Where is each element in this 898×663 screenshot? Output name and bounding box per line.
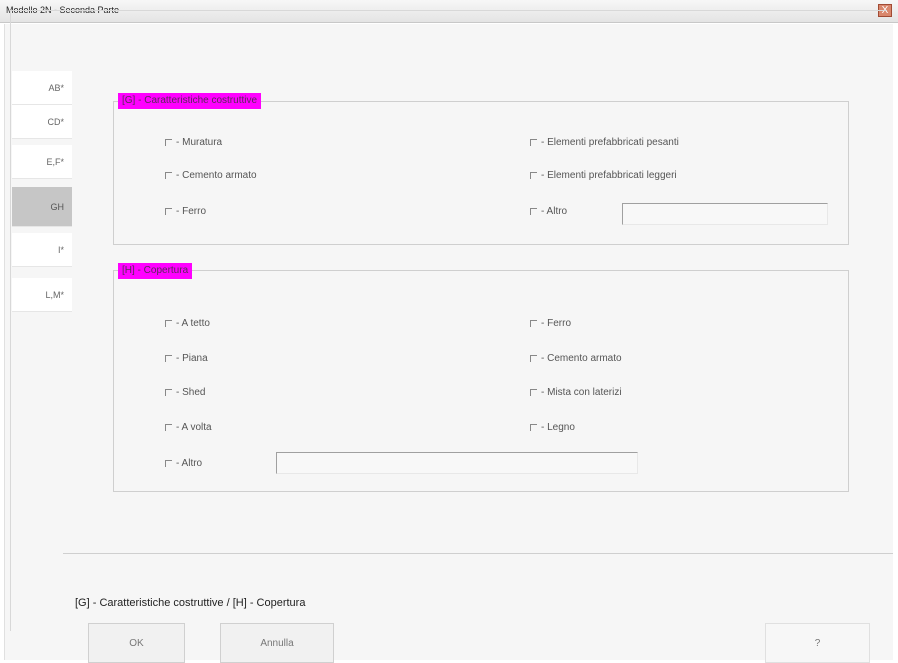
checkbox-label: - Piana (176, 353, 208, 364)
checkbox-icon (530, 139, 537, 146)
checkbox-a-tetto[interactable]: - A tetto (165, 318, 210, 329)
checkbox-shed[interactable]: - Shed (165, 387, 205, 398)
checkbox-label: - Elementi prefabbricati leggeri (541, 170, 677, 181)
help-button[interactable]: ? (765, 623, 870, 663)
checkbox-altro-h[interactable]: - Altro (165, 458, 202, 469)
checkbox-elementi-prefabbricati-leggeri[interactable]: - Elementi prefabbricati leggeri (530, 170, 677, 181)
checkbox-label: - A volta (176, 422, 212, 433)
checkbox-label: - Altro (541, 206, 568, 217)
status-text: [G] - Caratteristiche costruttive / [H] … (75, 597, 306, 609)
ok-button-label: OK (129, 637, 144, 649)
tab-label: CD* (47, 117, 64, 127)
tab-i[interactable]: I* (12, 233, 72, 267)
checkbox-icon (165, 320, 172, 327)
checkbox-icon (165, 424, 172, 431)
checkbox-icon (530, 208, 537, 215)
checkbox-icon (530, 389, 537, 396)
checkbox-label: - Mista con laterizi (541, 387, 622, 398)
checkbox-label: - Legno (541, 422, 575, 433)
checkbox-label: - Altro (176, 458, 203, 469)
checkbox-icon (165, 208, 172, 215)
checkbox-icon (165, 139, 172, 146)
tab-label: L,M* (45, 290, 64, 300)
checkbox-a-volta[interactable]: - A volta (165, 422, 212, 433)
checkbox-ferro[interactable]: - Ferro (165, 206, 206, 217)
checkbox-icon (530, 320, 537, 327)
group-h-title: [H] - Copertura (118, 263, 193, 279)
help-icon: ? (814, 637, 821, 649)
tab-cd[interactable]: CD* (12, 105, 72, 139)
checkbox-icon (530, 355, 537, 362)
checkbox-ferro-h[interactable]: - Ferro (530, 318, 571, 329)
group-g-title: [G] - Caratteristiche costruttive (118, 93, 262, 109)
tab-gh[interactable]: GH (12, 187, 72, 227)
bottom-separator (63, 553, 893, 554)
checkbox-altro-g[interactable]: - Altro (530, 206, 567, 217)
checkbox-label: - Cemento armato (541, 353, 622, 364)
checkbox-cemento-armato-h[interactable]: - Cemento armato (530, 353, 622, 364)
checkbox-label: - Shed (176, 387, 206, 398)
checkbox-icon (530, 424, 537, 431)
tab-ef[interactable]: E,F* (12, 145, 72, 179)
checkbox-mista-con-laterizi[interactable]: - Mista con laterizi (530, 387, 622, 398)
checkbox-label: - Cemento armato (176, 170, 257, 181)
checkbox-label: - Elementi prefabbricati pesanti (541, 137, 679, 148)
altro-g-input[interactable] (622, 203, 828, 225)
checkbox-piana[interactable]: - Piana (165, 353, 208, 364)
checkbox-label: - Muratura (176, 137, 223, 148)
checkbox-icon (530, 172, 537, 179)
checkbox-icon (165, 460, 172, 467)
checkbox-icon (165, 172, 172, 179)
checkbox-icon (165, 389, 172, 396)
cancel-button-label: Annulla (260, 637, 294, 649)
checkbox-legno[interactable]: - Legno (530, 422, 575, 433)
checkbox-label: - Ferro (176, 206, 206, 217)
altro-h-input[interactable] (276, 452, 638, 474)
cancel-button[interactable]: Annulla (220, 623, 334, 663)
tab-ab[interactable]: AB* (12, 71, 72, 105)
ok-button[interactable]: OK (88, 623, 185, 663)
tab-lm[interactable]: L,M* (12, 278, 72, 312)
checkbox-elementi-prefabbricati-pesanti[interactable]: - Elementi prefabbricati pesanti (530, 137, 679, 148)
checkbox-label: - Ferro (541, 318, 571, 329)
tab-label: I* (57, 245, 64, 255)
checkbox-icon (165, 355, 172, 362)
checkbox-label: - A tetto (176, 318, 210, 329)
tab-label: GH (50, 202, 65, 212)
tab-label: E,F* (46, 157, 64, 167)
checkbox-muratura[interactable]: - Muratura (165, 137, 222, 148)
checkbox-cemento-armato[interactable]: - Cemento armato (165, 170, 257, 181)
tab-label: AB* (48, 83, 64, 93)
